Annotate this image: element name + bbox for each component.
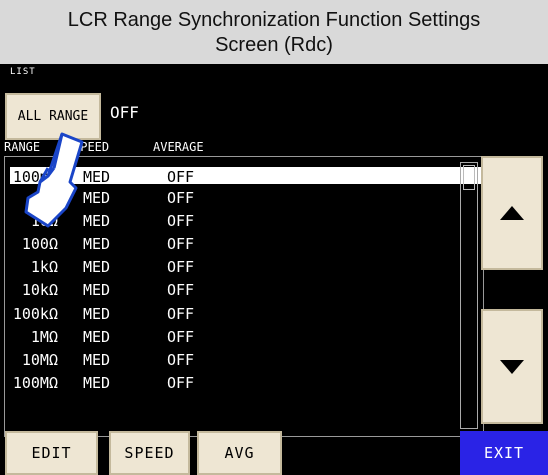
avg-button[interactable]: AVG bbox=[197, 431, 282, 475]
row-average: OFF bbox=[167, 235, 195, 253]
row-speed: MED bbox=[83, 305, 111, 323]
row-range: 10kΩ bbox=[21, 281, 58, 299]
down-triangle-icon bbox=[500, 359, 524, 374]
screen-title: LIST bbox=[10, 67, 36, 77]
all-range-value: OFF bbox=[110, 103, 139, 122]
caption-line-2: Screen (Rdc) bbox=[215, 34, 333, 56]
table-row[interactable]: 100Ω MED OFF bbox=[10, 234, 482, 254]
row-average: OFF bbox=[167, 189, 195, 207]
row-average: OFF bbox=[167, 328, 195, 346]
row-average: OFF bbox=[167, 258, 195, 276]
scroll-down-button[interactable] bbox=[481, 309, 543, 424]
row-range: 10MΩ bbox=[21, 351, 58, 369]
up-triangle-icon bbox=[500, 206, 524, 220]
row-range: 1kΩ bbox=[30, 258, 58, 276]
exit-button[interactable]: EXIT bbox=[460, 431, 548, 475]
row-average: OFF bbox=[167, 374, 195, 392]
row-speed: MED bbox=[83, 235, 111, 253]
row-range: 100kΩ bbox=[12, 305, 58, 323]
column-header-average: AVERAGE bbox=[153, 140, 204, 154]
table-row[interactable]: 100kΩ MED OFF bbox=[10, 304, 482, 324]
row-speed: MED bbox=[83, 258, 111, 276]
row-average: OFF bbox=[167, 305, 195, 323]
table-row[interactable]: 10kΩ MED OFF bbox=[10, 280, 482, 300]
scrollbar-thumb[interactable] bbox=[463, 165, 475, 190]
list-scrollbar[interactable] bbox=[460, 162, 478, 429]
row-range: 100MΩ bbox=[12, 374, 58, 392]
figure-caption: LCR Range Synchronization Function Setti… bbox=[0, 0, 548, 64]
scroll-up-button[interactable] bbox=[481, 156, 543, 270]
edit-button[interactable]: EDIT bbox=[5, 431, 98, 475]
row-average: OFF bbox=[167, 168, 195, 186]
instrument-screen: LIST ALL RANGE OFF RANGE SPEED AVERAGE 1… bbox=[0, 64, 548, 475]
row-average: OFF bbox=[167, 281, 195, 299]
table-row[interactable]: 1kΩ MED OFF bbox=[10, 257, 482, 277]
row-speed: MED bbox=[83, 351, 111, 369]
row-average: OFF bbox=[167, 351, 195, 369]
caption-line-1: LCR Range Synchronization Function Setti… bbox=[67, 9, 481, 31]
table-row[interactable]: 10MΩ MED OFF bbox=[10, 350, 482, 370]
row-speed: MED bbox=[83, 328, 111, 346]
row-speed: MED bbox=[83, 281, 111, 299]
row-speed: MED bbox=[83, 374, 111, 392]
speed-button[interactable]: SPEED bbox=[109, 431, 190, 475]
row-range: 100Ω bbox=[21, 235, 58, 253]
row-average: OFF bbox=[167, 212, 195, 230]
pointing-hand-icon bbox=[24, 132, 84, 228]
table-row[interactable]: 1MΩ MED OFF bbox=[10, 327, 482, 347]
table-row[interactable]: 100MΩ MED OFF bbox=[10, 373, 482, 393]
row-range: 1MΩ bbox=[30, 328, 58, 346]
